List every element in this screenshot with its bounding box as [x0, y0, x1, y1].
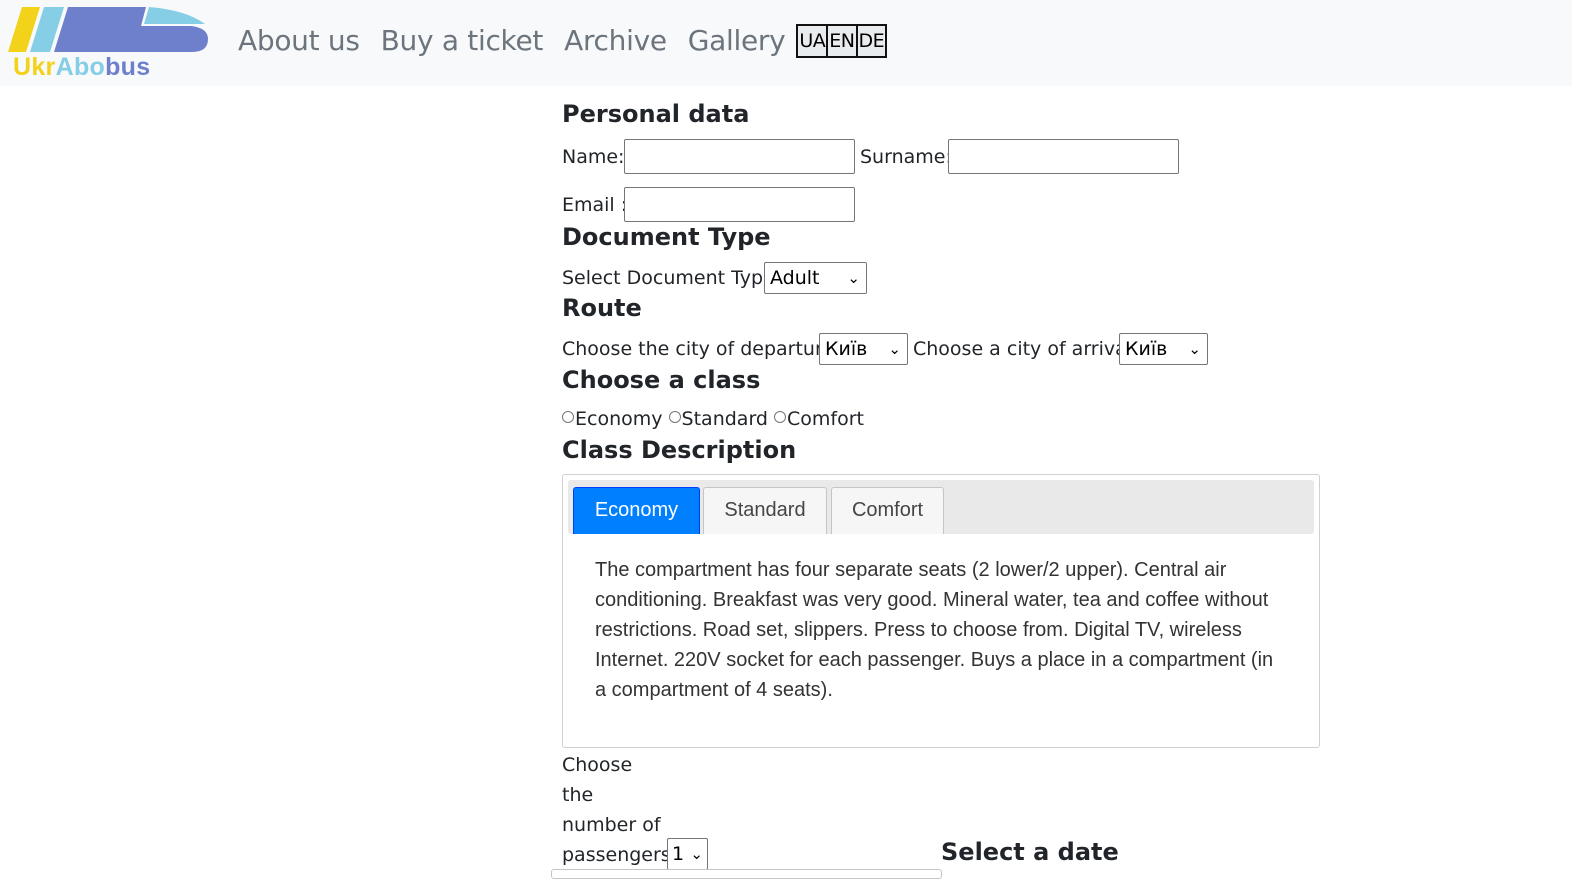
surname-label: Surname:: [860, 146, 952, 168]
passengers-label-line: Choose: [562, 754, 633, 776]
name-label: Name:: [562, 146, 625, 168]
lang-button-ua[interactable]: UA: [796, 24, 829, 58]
departure-label: Choose the city of departure: [562, 338, 835, 360]
brand-logo[interactable]: UkrAbobus: [8, 6, 210, 82]
passengers-label-line: passengers: [562, 844, 671, 866]
passengers-label-line: the: [562, 784, 594, 806]
email-label: Email :: [562, 194, 628, 216]
departure-selected: Київ: [825, 338, 868, 360]
radio-label-economy: Economy: [575, 408, 663, 430]
departure-city-select[interactable]: Київ ⌄: [819, 333, 908, 365]
language-switcher: UA EN DE: [796, 24, 888, 58]
radio-economy[interactable]: [562, 411, 574, 423]
passengers-selected: 1: [672, 843, 685, 865]
route-heading: Route: [562, 294, 642, 322]
chevron-down-icon: ⌄: [690, 845, 703, 863]
radio-comfort[interactable]: [774, 411, 787, 423]
email-input[interactable]: [624, 187, 855, 222]
tab-standard[interactable]: Standard: [703, 487, 827, 534]
arrival-label: Choose a city of arrival: [913, 338, 1133, 360]
document-type-heading: Document Type: [562, 223, 771, 251]
nav-link-archive[interactable]: Archive: [564, 24, 667, 57]
passengers-label-line: number of: [562, 814, 661, 836]
tab-economy[interactable]: Economy: [573, 487, 700, 534]
personal-data-heading: Personal data: [562, 100, 750, 128]
nav-link-gallery[interactable]: Gallery: [688, 24, 786, 57]
brand-part-ukr: Ukr: [13, 53, 56, 81]
radio-standard[interactable]: [668, 411, 681, 423]
lang-button-en[interactable]: EN: [828, 24, 858, 58]
class-description-tabs: Economy Standard Comfort The compartment…: [562, 474, 1320, 748]
passengers-label: Choose the number of passengers: [562, 750, 671, 870]
tab-bar: Economy Standard Comfort: [568, 480, 1314, 534]
date-picker-box[interactable]: [551, 869, 942, 879]
name-input[interactable]: [624, 139, 855, 174]
document-type-select[interactable]: Adult ⌄: [764, 262, 867, 294]
nav-link-buy-ticket[interactable]: Buy a ticket: [381, 24, 544, 57]
navbar: UkrAbobus About us Buy a ticket Archive …: [0, 0, 1572, 86]
brand-part-bus: bus: [105, 53, 151, 81]
chevron-down-icon: ⌄: [847, 269, 860, 287]
radio-label-comfort: Comfort: [787, 408, 865, 430]
document-type-label: Select Document Type: [562, 267, 775, 289]
tab-comfort[interactable]: Comfort: [831, 487, 944, 534]
class-radio-group: Economy Standard Comfort: [562, 408, 864, 430]
chevron-down-icon: ⌄: [888, 340, 901, 358]
select-date-heading: Select a date: [941, 838, 1119, 866]
choose-class-heading: Choose a class: [562, 366, 761, 394]
class-description-heading: Class Description: [562, 436, 797, 464]
arrival-city-select[interactable]: Київ ⌄: [1119, 333, 1208, 365]
nav-link-about-us[interactable]: About us: [238, 24, 360, 57]
passengers-select[interactable]: 1 ⌄: [667, 838, 708, 870]
surname-input[interactable]: [948, 139, 1179, 174]
lang-button-de[interactable]: DE: [857, 24, 888, 58]
brand-name: UkrAbobus: [13, 53, 150, 82]
document-type-selected: Adult: [770, 267, 820, 289]
tab-content-text: The compartment has four separate seats …: [595, 559, 1274, 701]
radio-label-standard: Standard: [681, 408, 768, 430]
brand-part-abo: Abo: [55, 53, 106, 81]
bus-logo-icon: [8, 7, 208, 52]
chevron-down-icon: ⌄: [1188, 340, 1201, 358]
arrival-selected: Київ: [1125, 338, 1168, 360]
nav-links: About us Buy a ticket Archive Gallery UA…: [238, 22, 888, 58]
